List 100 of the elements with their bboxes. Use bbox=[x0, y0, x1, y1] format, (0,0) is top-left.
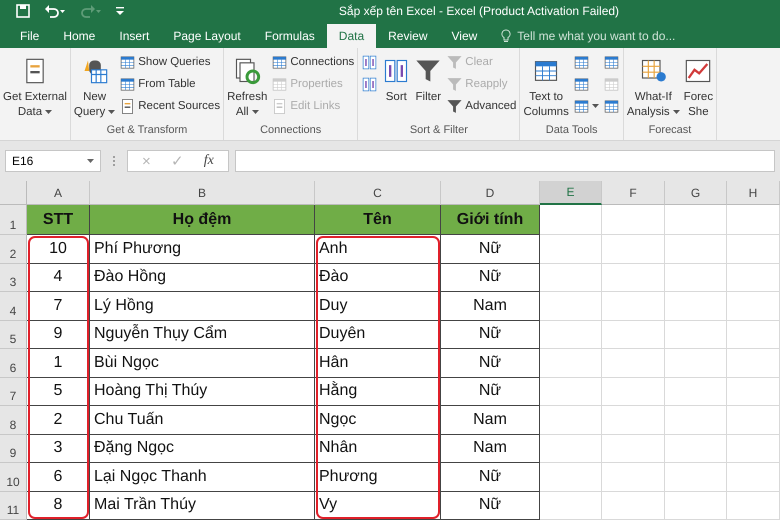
ribbon-button[interactable]: Recent Sources bbox=[118, 95, 222, 117]
table-cell: Vy bbox=[315, 492, 441, 520]
caret-icon bbox=[672, 110, 680, 114]
empty-cell[interactable] bbox=[665, 205, 727, 235]
empty-cell[interactable] bbox=[665, 463, 727, 492]
empty-cell[interactable] bbox=[540, 434, 602, 463]
formula-button[interactable]: fx bbox=[204, 153, 214, 169]
row-header[interactable]: 10 bbox=[0, 463, 27, 492]
empty-cell[interactable] bbox=[727, 406, 780, 434]
select-all-corner[interactable] bbox=[0, 181, 27, 205]
column-header[interactable]: H bbox=[727, 181, 780, 205]
column-header[interactable]: F bbox=[602, 181, 665, 205]
empty-cell[interactable] bbox=[602, 235, 665, 264]
column-header[interactable]: E bbox=[540, 181, 602, 205]
empty-cell[interactable] bbox=[540, 463, 602, 492]
row-header[interactable]: 6 bbox=[0, 349, 27, 378]
empty-cell[interactable] bbox=[727, 378, 780, 406]
empty-cell[interactable] bbox=[665, 320, 727, 349]
empty-cell[interactable] bbox=[727, 463, 780, 492]
row-header[interactable]: 9 bbox=[0, 434, 27, 463]
ribbon-button[interactable]: Forec She bbox=[682, 51, 714, 124]
empty-cell[interactable] bbox=[540, 292, 602, 320]
caret-icon bbox=[87, 159, 94, 163]
ribbon-tab[interactable]: Review bbox=[376, 24, 440, 48]
empty-cell[interactable] bbox=[602, 264, 665, 292]
ribbon-tab[interactable]: Insert bbox=[107, 24, 162, 48]
ribbon-button[interactable]: What-If Analysis bbox=[626, 51, 681, 124]
column-header[interactable]: B bbox=[90, 181, 315, 205]
empty-cell[interactable] bbox=[602, 406, 665, 434]
ribbon-button[interactable]: From Table bbox=[118, 73, 222, 95]
ribbon-button[interactable]: Get External Data bbox=[2, 51, 68, 124]
formula-input[interactable] bbox=[234, 150, 775, 172]
row-header[interactable]: 4 bbox=[0, 292, 27, 320]
empty-cell[interactable] bbox=[665, 378, 727, 406]
empty-cell[interactable] bbox=[727, 235, 780, 264]
ribbon-tab[interactable]: Data bbox=[326, 24, 376, 48]
empty-cell[interactable] bbox=[540, 406, 602, 434]
drag-handle-icon[interactable] bbox=[111, 154, 117, 168]
row-header[interactable]: 3 bbox=[0, 264, 27, 292]
empty-cell[interactable] bbox=[602, 349, 665, 378]
row-header[interactable]: 11 bbox=[0, 492, 27, 520]
empty-cell[interactable] bbox=[602, 320, 665, 349]
refresh-icon bbox=[233, 57, 262, 85]
empty-cell[interactable] bbox=[540, 378, 602, 406]
empty-cell[interactable] bbox=[540, 349, 602, 378]
table-cell: 2 bbox=[27, 406, 90, 434]
empty-cell[interactable] bbox=[665, 406, 727, 434]
ribbon-button[interactable]: Filter bbox=[413, 51, 444, 124]
funnel-icon bbox=[446, 98, 464, 114]
column-header[interactable]: A bbox=[27, 181, 90, 205]
row-header[interactable]: 2 bbox=[0, 235, 27, 264]
empty-cell[interactable] bbox=[540, 320, 602, 349]
ribbon-button[interactable]: Sort bbox=[381, 51, 412, 124]
ribbon-button[interactable]: New Query bbox=[72, 51, 116, 124]
column-header[interactable]: G bbox=[665, 181, 727, 205]
empty-cell[interactable] bbox=[665, 235, 727, 264]
tell-me-field[interactable]: Tell me what you want to do... bbox=[501, 24, 676, 48]
empty-cell[interactable] bbox=[727, 492, 780, 520]
redo-icon[interactable] bbox=[80, 4, 102, 18]
empty-cell[interactable] bbox=[602, 292, 665, 320]
column-header[interactable]: D bbox=[441, 181, 540, 205]
empty-cell[interactable] bbox=[665, 434, 727, 463]
ribbon-tab[interactable]: View bbox=[440, 24, 490, 48]
empty-cell[interactable] bbox=[665, 264, 727, 292]
customize-icon[interactable] bbox=[116, 6, 124, 16]
ribbon-tab[interactable]: File bbox=[8, 24, 52, 48]
ribbon-button[interactable]: Text to Columns bbox=[522, 51, 570, 124]
empty-cell[interactable] bbox=[665, 292, 727, 320]
ribbon-tab[interactable]: Page Layout bbox=[161, 24, 253, 48]
empty-cell[interactable] bbox=[727, 292, 780, 320]
row-header[interactable]: 5 bbox=[0, 320, 27, 349]
column-header[interactable]: C bbox=[315, 181, 441, 205]
empty-cell[interactable] bbox=[727, 205, 780, 235]
ribbon-button[interactable]: Show Queries bbox=[118, 51, 222, 73]
empty-cell[interactable] bbox=[602, 434, 665, 463]
empty-cell[interactable] bbox=[665, 492, 727, 520]
empty-cell[interactable] bbox=[665, 349, 727, 378]
table-cell: Nam bbox=[441, 292, 540, 320]
undo-icon[interactable] bbox=[44, 4, 66, 18]
ribbon-tab[interactable]: Formulas bbox=[252, 24, 327, 48]
empty-cell[interactable] bbox=[602, 378, 665, 406]
ribbon-button[interactable]: Refresh All bbox=[226, 51, 268, 124]
empty-cell[interactable] bbox=[602, 205, 665, 235]
ribbon-button[interactable]: Advanced bbox=[445, 95, 518, 117]
empty-cell[interactable] bbox=[727, 320, 780, 349]
row-header[interactable]: 7 bbox=[0, 378, 27, 406]
name-box[interactable]: E16 bbox=[5, 150, 101, 172]
row-header[interactable]: 1 bbox=[0, 205, 27, 235]
empty-cell[interactable] bbox=[602, 463, 665, 492]
empty-cell[interactable] bbox=[540, 235, 602, 264]
empty-cell[interactable] bbox=[727, 349, 780, 378]
empty-cell[interactable] bbox=[727, 264, 780, 292]
empty-cell[interactable] bbox=[727, 434, 780, 463]
save-icon[interactable] bbox=[16, 4, 30, 18]
empty-cell[interactable] bbox=[602, 492, 665, 520]
empty-cell[interactable] bbox=[540, 264, 602, 292]
empty-cell[interactable] bbox=[540, 492, 602, 520]
row-header[interactable]: 8 bbox=[0, 406, 27, 434]
ribbon-button[interactable]: Connections bbox=[270, 51, 356, 73]
ribbon-tab[interactable]: Home bbox=[51, 24, 108, 48]
